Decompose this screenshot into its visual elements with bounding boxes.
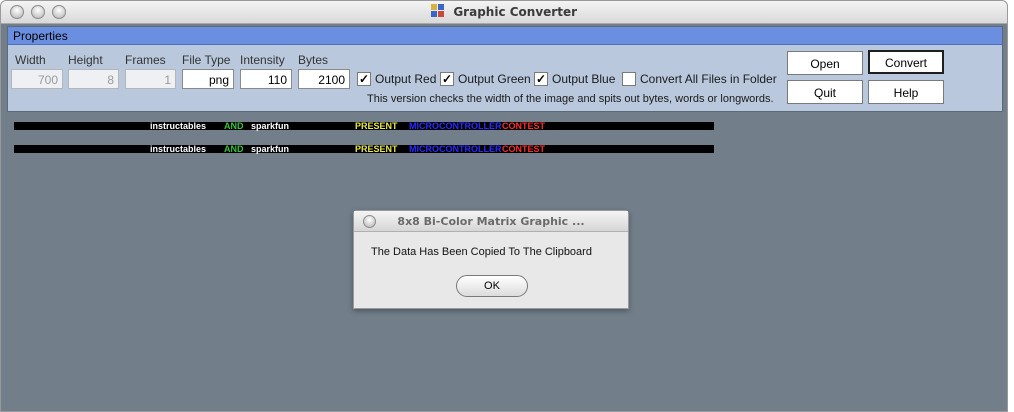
file-type-label: File Type	[182, 53, 231, 67]
convert-all-label: Convert All Files in Folder	[640, 72, 777, 86]
banner-word-present: PRESENT	[355, 144, 398, 154]
banner-word-contest: CONTEST	[502, 121, 546, 131]
dialog-title: 8x8 Bi-Color Matrix Graphic ...	[354, 211, 628, 232]
dialog-close-button[interactable]	[363, 215, 376, 228]
output-green-checkbox[interactable]: ✓	[440, 72, 454, 86]
file-type-field[interactable]: png	[182, 69, 234, 89]
preview-banner-1: instructables AND sparkfun PRESENT MICRO…	[14, 121, 714, 131]
banner-word-contest: CONTEST	[502, 144, 546, 154]
message-dialog: 8x8 Bi-Color Matrix Graphic ... The Data…	[353, 210, 629, 309]
banner-word-microcontroller: MICROCONTROLLER	[409, 144, 502, 154]
width-field: 700	[11, 69, 63, 89]
banner-word-sparkfun: sparkfun	[251, 121, 290, 131]
bytes-label: Bytes	[298, 53, 329, 67]
app-palette-icon	[430, 4, 445, 18]
window-title-group: Graphic Converter	[1, 4, 1007, 19]
output-green-label: Output Green	[458, 72, 531, 86]
app-window: Graphic Converter Properties Width Heigh…	[0, 0, 1008, 412]
bytes-field[interactable]: 2100	[298, 69, 350, 89]
help-button[interactable]: Help	[868, 80, 944, 104]
output-red-label: Output Red	[375, 72, 437, 86]
banner-word-present: PRESENT	[355, 121, 398, 131]
width-label: Width	[15, 53, 46, 67]
dialog-message: The Data Has Been Copied To The Clipboar…	[371, 246, 592, 258]
height-field: 8	[68, 69, 119, 89]
title-bar: Graphic Converter	[1, 1, 1007, 24]
convert-all-checkbox[interactable]	[622, 72, 636, 86]
banner-word-microcontroller: MICROCONTROLLER	[409, 121, 502, 131]
banner-word-instructables: instructables	[150, 121, 207, 131]
intensity-label: Intensity	[240, 53, 285, 67]
preview-banner-2: instructables AND sparkfun PRESENT MICRO…	[14, 144, 714, 154]
quit-button[interactable]: Quit	[787, 80, 863, 104]
banner-word-instructables: instructables	[150, 144, 207, 154]
ok-button[interactable]: OK	[456, 275, 528, 297]
intensity-field[interactable]: 110	[240, 69, 292, 89]
output-blue-checkbox[interactable]: ✓	[534, 72, 548, 86]
frames-field: 1	[125, 69, 176, 89]
properties-header: Properties	[8, 27, 1002, 45]
output-blue-label: Output Blue	[552, 72, 616, 86]
banner-word-and: AND	[224, 121, 244, 131]
frames-label: Frames	[125, 53, 166, 67]
version-note: This version checks the width of the ima…	[367, 93, 774, 105]
open-button[interactable]: Open	[787, 51, 863, 75]
banner-word-and: AND	[224, 144, 244, 154]
output-red-checkbox[interactable]: ✓	[357, 72, 371, 86]
convert-button[interactable]: Convert	[868, 50, 944, 74]
height-label: Height	[68, 53, 103, 67]
banner-word-sparkfun: sparkfun	[251, 144, 290, 154]
window-title: Graphic Converter	[453, 5, 577, 19]
